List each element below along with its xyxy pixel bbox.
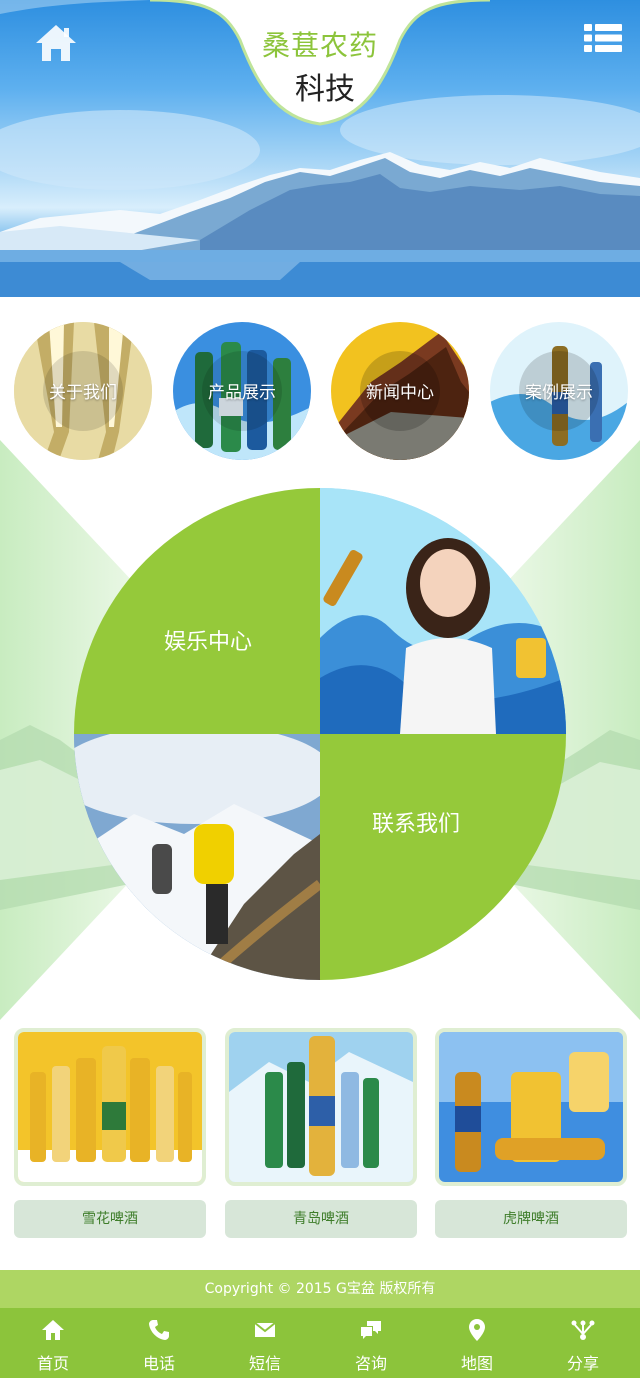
mail-icon: [254, 1322, 276, 1337]
feature-label: 联系我们: [372, 812, 461, 837]
tab-label: 咨询: [354, 1354, 387, 1373]
tab-consult[interactable]: 咨询: [318, 1308, 424, 1378]
product-caption[interactable]: 青岛啤酒: [225, 1200, 417, 1238]
product-card: 虎牌啤酒: [435, 1028, 627, 1238]
tab-share[interactable]: 分享: [530, 1308, 636, 1378]
tab-label: 分享: [566, 1354, 599, 1373]
product-caption[interactable]: 虎牌啤酒: [435, 1200, 627, 1238]
phone-icon: [149, 1320, 169, 1340]
map-pin-icon: [469, 1319, 485, 1341]
nav-about-us[interactable]: 关于我们: [14, 322, 152, 460]
tab-phone[interactable]: 电话: [106, 1308, 212, 1378]
product-image[interactable]: [14, 1028, 206, 1186]
feature-photo-girl[interactable]: [320, 488, 566, 734]
share-icon: [571, 1320, 595, 1340]
copyright-bar: Copyright © 2015 G宝盆 版权所有: [0, 1270, 640, 1308]
site-logo[interactable]: 桑葚农药 科技: [0, 0, 640, 140]
feature-circle: 娱乐中心 联系我们: [74, 488, 566, 980]
product-image[interactable]: [225, 1028, 417, 1186]
brand-name-line2: 科技: [295, 72, 355, 107]
nav-news[interactable]: 新闻中心: [331, 322, 469, 460]
tiger-beer-image: [439, 1032, 623, 1182]
tab-map[interactable]: 地图: [424, 1308, 530, 1378]
tab-label: 短信: [248, 1354, 281, 1373]
product-card: 雪花啤酒: [14, 1028, 206, 1238]
tab-label: 首页: [36, 1354, 69, 1373]
feature-contact[interactable]: 联系我们: [320, 734, 566, 980]
nav-label: 关于我们: [49, 383, 117, 403]
snow-beer-bottles-image: [18, 1032, 202, 1182]
nav-label: 产品展示: [208, 383, 276, 403]
bottom-tab-bar: 首页 电话 短信 咨询 地图 分享: [0, 1308, 640, 1378]
nav-label: 案例展示: [525, 383, 593, 403]
product-list: 雪花啤酒 青岛啤酒 虎牌啤酒: [0, 1028, 640, 1248]
chat-icon: [361, 1321, 381, 1339]
girl-with-beer-image: [320, 488, 566, 734]
product-card: 青岛啤酒: [225, 1028, 417, 1238]
hero-banner: 桑葚农药 科技: [0, 0, 640, 297]
nav-cases[interactable]: 案例展示: [490, 322, 628, 460]
product-caption[interactable]: 雪花啤酒: [14, 1200, 206, 1238]
mountain-climbers-image: [74, 734, 320, 980]
tab-home[interactable]: 首页: [0, 1308, 106, 1378]
tsingtao-bottles-image: [229, 1032, 413, 1182]
feature-entertainment[interactable]: 娱乐中心: [74, 488, 320, 734]
nav-products[interactable]: 产品展示: [173, 322, 311, 460]
nav-label: 新闻中心: [366, 383, 434, 403]
product-image[interactable]: [435, 1028, 627, 1186]
brand-name-line1: 桑葚农药: [261, 29, 378, 62]
feature-label: 娱乐中心: [164, 630, 253, 655]
tab-sms[interactable]: 短信: [212, 1308, 318, 1378]
feature-photo-climbers[interactable]: [74, 734, 320, 980]
circle-nav: 关于我们 产品展示 新闻中心 案例展示: [0, 322, 640, 462]
home-icon: [42, 1320, 64, 1340]
tab-label: 地图: [460, 1354, 493, 1373]
tab-label: 电话: [142, 1354, 175, 1373]
